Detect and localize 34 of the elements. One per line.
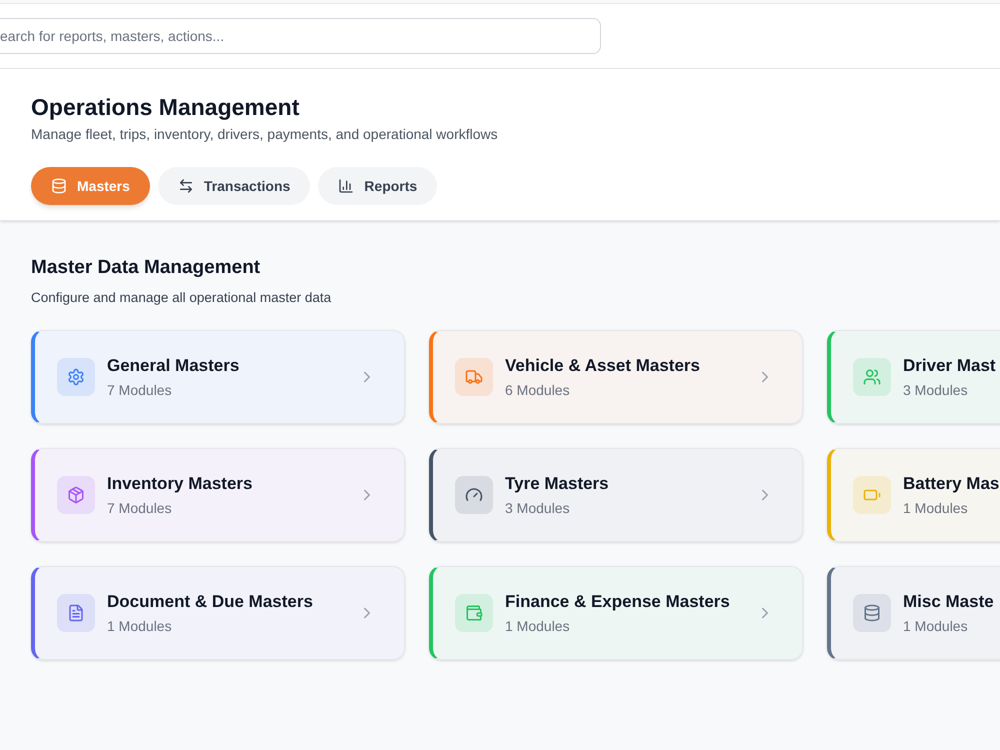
tab[interactable]: Transactions — [158, 167, 310, 205]
tab[interactable]: Reports — [318, 167, 438, 205]
module-count: 3 Modules — [505, 499, 571, 518]
module-count: 1 Modules — [903, 617, 969, 636]
module-card[interactable]: Battery Mas 1 Modules — [827, 448, 1000, 542]
module-count: 1 Modules — [107, 617, 173, 636]
module-card[interactable]: General Masters 7 Modules — [31, 330, 405, 424]
search-field[interactable]: earch for reports, masters, actions... — [0, 18, 601, 54]
page-title: Operations Management — [31, 93, 300, 121]
card-title: Misc Maste — [903, 590, 995, 612]
module-card[interactable]: Driver Mast 3 Modules — [827, 330, 1000, 424]
module-card[interactable]: Finance & Expense Masters 1 Modules — [429, 566, 803, 660]
module-count: 1 Modules — [505, 617, 571, 636]
card-title: Vehicle & Asset Masters — [505, 354, 701, 376]
card-title: Inventory Masters — [107, 472, 254, 494]
page-subtitle: Manage fleet, trips, inventory, drivers, payments, and operational workflows — [31, 125, 499, 144]
section-title: Master Data Management — [31, 256, 262, 280]
module-card[interactable]: Inventory Masters 7 Modules — [31, 448, 405, 542]
card-title: Finance & Expense Masters — [505, 590, 731, 612]
module-count: 3 Modules — [903, 381, 969, 400]
module-count: 7 Modules — [107, 381, 173, 400]
module-count: 6 Modules — [505, 381, 571, 400]
card-title: Document & Due Masters — [107, 590, 314, 612]
module-card[interactable]: Misc Maste 1 Modules — [827, 566, 1000, 660]
module-card[interactable]: Tyre Masters 3 Modules — [429, 448, 803, 542]
module-card[interactable]: Document & Due Masters 1 Modules — [31, 566, 405, 660]
card-title: Tyre Masters — [505, 472, 610, 494]
section-subtitle: Configure and manage all operational master data — [31, 288, 332, 307]
module-card[interactable]: Vehicle & Asset Masters 6 Modules — [429, 330, 803, 424]
card-title: General Masters — [107, 354, 240, 376]
card-title: Battery Mas — [903, 472, 1000, 494]
card-title: Driver Mast — [903, 354, 997, 376]
module-count: 1 Modules — [903, 499, 969, 518]
module-count: 7 Modules — [107, 499, 173, 518]
